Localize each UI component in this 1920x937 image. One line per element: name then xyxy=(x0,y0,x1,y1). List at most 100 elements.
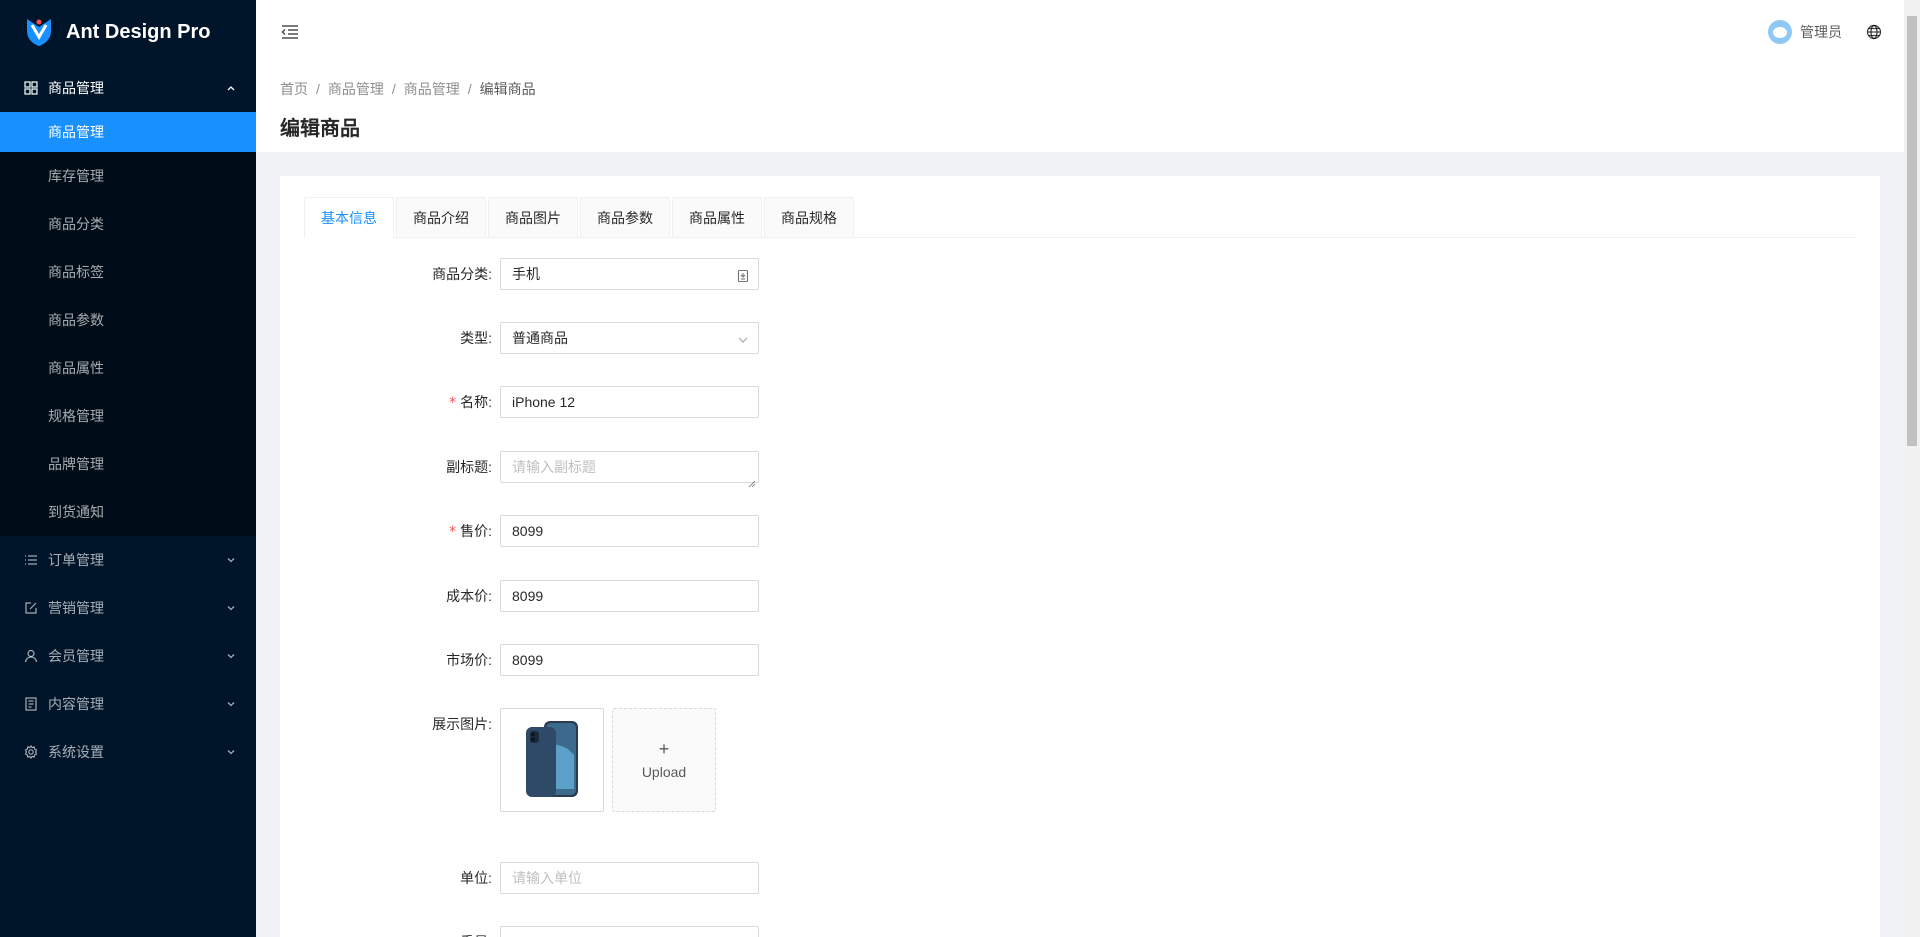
form-row-price: * 售价: 8099 xyxy=(304,515,1856,548)
sidebar-item-product-management[interactable]: 商品管理 xyxy=(0,112,256,152)
menu-title-products[interactable]: 商品管理 xyxy=(0,64,256,112)
menu-title-content[interactable]: 内容管理 xyxy=(0,680,256,728)
tab-params[interactable]: 商品参数 xyxy=(580,197,670,237)
market-price-value: 8099 xyxy=(512,652,544,668)
menu-title-label: 会员管理 xyxy=(48,648,104,664)
menu-title-label: 内容管理 xyxy=(48,696,104,712)
breadcrumb-products[interactable]: 商品管理 xyxy=(328,79,384,99)
sidebar-item-attributes[interactable]: 商品属性 xyxy=(0,344,256,392)
weight-input[interactable]: 0 xyxy=(500,926,759,937)
images-label: 展示图片: xyxy=(432,716,492,732)
form-row-name: * 名称: iPhone 12 xyxy=(304,386,1856,419)
name-value: iPhone 12 xyxy=(512,394,576,410)
chevron-down-icon xyxy=(226,747,236,757)
cost-price-label: 成本价: xyxy=(446,588,492,604)
breadcrumb-product-list[interactable]: 商品管理 xyxy=(404,79,460,99)
form-row-market-price: 市场价: 8099 xyxy=(304,644,1856,676)
form-row-cost-price: 成本价: 8099 xyxy=(304,580,1856,612)
name-label: * 名称: xyxy=(449,394,492,411)
category-value: 手机 xyxy=(512,266,540,282)
chevron-down-icon xyxy=(226,699,236,709)
subtitle-textarea[interactable]: 请输入副标题 xyxy=(500,451,759,488)
sidebar-item-arrival-notice[interactable]: 到货通知 xyxy=(0,488,256,536)
type-value: 普通商品 xyxy=(512,330,568,346)
category-select[interactable]: 手机 xyxy=(500,258,759,290)
breadcrumb-home[interactable]: 首页 xyxy=(280,79,308,99)
menu-title-label: 营销管理 xyxy=(48,600,104,616)
page-header: 首页 / 商品管理 / 商品管理 / 编辑商品 编辑商品 xyxy=(256,64,1904,152)
breadcrumb-current: 编辑商品 xyxy=(479,81,536,97)
sidebar-item-brands[interactable]: 品牌管理 xyxy=(0,440,256,488)
basic-info-form: 商品分类: 手机 类型: 普通商品 * 名称: iPhone 12 副标题: 请… xyxy=(304,258,1856,937)
user-dropdown[interactable]: 管理员 xyxy=(1756,20,1854,44)
form-row-images: 展示图片: + Upload xyxy=(304,708,1856,812)
cost-price-input[interactable]: 8099 xyxy=(500,580,759,612)
logo[interactable]: Ant Design Pro xyxy=(0,0,256,64)
menu-title-settings[interactable]: 系统设置 xyxy=(0,728,256,776)
file-text-icon xyxy=(24,697,38,711)
page-title: 编辑商品 xyxy=(280,118,360,140)
category-label: 商品分类: xyxy=(432,266,492,282)
price-label: * 售价: xyxy=(449,523,492,540)
form-row-weight: 重量: 0 xyxy=(304,926,1856,937)
sidebar: Ant Design Pro 商品管理 商品管理 库存管理 商品分类 商品标签 … xyxy=(0,0,256,937)
tab-bar: 基本信息 商品介绍 商品图片 商品参数 商品属性 商品规格 xyxy=(304,196,1856,238)
menu-title-members[interactable]: 会员管理 xyxy=(0,632,256,680)
cost-price-value: 8099 xyxy=(512,588,544,604)
weight-label: 重量: xyxy=(304,926,500,937)
menu-group-products: 商品管理 商品管理 库存管理 商品分类 商品标签 商品参数 商品属性 规格管理 … xyxy=(0,64,256,536)
form-row-subtitle: 副标题: 请输入副标题 xyxy=(304,451,1856,488)
unit-placeholder: 请输入单位 xyxy=(512,870,582,886)
page-scrollbar[interactable] xyxy=(1904,0,1920,937)
sidebar-item-tags[interactable]: 商品标签 xyxy=(0,248,256,296)
form-row-unit: 单位: 请输入单位 xyxy=(304,862,1856,894)
tab-images[interactable]: 商品图片 xyxy=(488,197,578,237)
chevron-down-icon xyxy=(226,603,236,613)
breadcrumb-separator: / xyxy=(467,81,472,97)
unordered-list-icon xyxy=(24,553,38,567)
upload-label: Upload xyxy=(641,764,687,780)
subtitle-placeholder: 请输入副标题 xyxy=(512,459,596,475)
logo-icon xyxy=(27,19,51,46)
sidebar-item-params[interactable]: 商品参数 xyxy=(0,296,256,344)
uploaded-image-thumbnail[interactable] xyxy=(500,708,604,812)
sidebar-item-category[interactable]: 商品分类 xyxy=(0,200,256,248)
avatar xyxy=(1768,20,1792,44)
type-label: 类型: xyxy=(460,330,492,346)
unit-input[interactable]: 请输入单位 xyxy=(500,862,759,894)
submenu-products: 商品管理 库存管理 商品分类 商品标签 商品参数 商品属性 规格管理 品牌管理 … xyxy=(0,112,256,536)
menu-fold-icon[interactable] xyxy=(280,22,300,42)
menu-title-orders[interactable]: 订单管理 xyxy=(0,536,256,584)
subtitle-label: 副标题: xyxy=(446,459,492,475)
tab-basic-info[interactable]: 基本信息 xyxy=(304,197,394,238)
sidebar-item-specs[interactable]: 规格管理 xyxy=(0,392,256,440)
price-value: 8099 xyxy=(512,523,544,539)
edit-icon xyxy=(24,601,38,615)
edit-product-card: 基本信息 商品介绍 商品图片 商品参数 商品属性 商品规格 商品分类: 手机 类… xyxy=(280,176,1880,937)
scrollbar-thumb[interactable] xyxy=(1907,16,1917,446)
resize-handle-icon[interactable] xyxy=(748,472,756,488)
header-actions: 管理员 xyxy=(1756,0,1904,64)
breadcrumb-separator: / xyxy=(391,81,396,97)
tab-attributes[interactable]: 商品属性 xyxy=(672,197,762,237)
menu-title-label: 订单管理 xyxy=(48,552,104,568)
app-title: Ant Design Pro xyxy=(66,20,211,43)
name-input[interactable]: iPhone 12 xyxy=(500,386,759,418)
type-select[interactable]: 普通商品 xyxy=(500,322,759,354)
market-price-input[interactable]: 8099 xyxy=(500,644,759,676)
market-price-label: 市场价: xyxy=(446,652,492,668)
user-name: 管理员 xyxy=(1800,24,1842,40)
appstore-icon xyxy=(24,81,38,95)
menu-title-marketing[interactable]: 营销管理 xyxy=(0,584,256,632)
chevron-down-icon xyxy=(226,651,236,661)
global-icon[interactable] xyxy=(1866,24,1882,40)
chevron-down-icon xyxy=(736,331,750,345)
menu-title-label: 商品管理 xyxy=(48,80,104,96)
user-icon xyxy=(24,649,38,663)
price-input[interactable]: 8099 xyxy=(500,515,759,547)
tab-introduction[interactable]: 商品介绍 xyxy=(396,197,486,237)
tab-specs[interactable]: 商品规格 xyxy=(764,197,854,237)
sidebar-item-inventory[interactable]: 库存管理 xyxy=(0,152,256,200)
upload-button[interactable]: + Upload xyxy=(612,708,716,812)
chevron-up-icon xyxy=(226,83,236,93)
